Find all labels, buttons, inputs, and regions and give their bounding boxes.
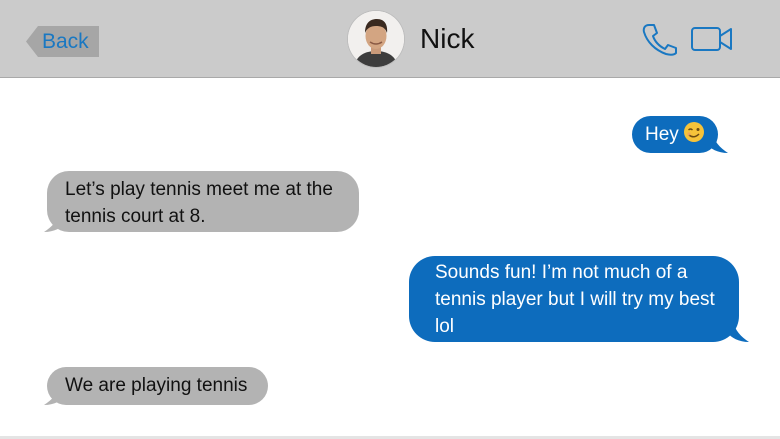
back-button[interactable]: Back bbox=[26, 26, 99, 57]
video-camera-icon[interactable] bbox=[690, 24, 734, 54]
bubble-tail bbox=[44, 385, 66, 405]
message-text: Sounds fun! I’m not much of a tennis pla… bbox=[435, 262, 715, 337]
bubble-tail bbox=[727, 322, 749, 342]
contact-name: Nick bbox=[420, 23, 475, 54]
message-bubble-outgoing[interactable]: Hey bbox=[632, 116, 728, 153]
message-bubble-incoming[interactable]: Let’s play tennis meet me at the tennis … bbox=[44, 171, 359, 232]
chat-screen: Back Nick Hey Let’s play tennis meet me … bbox=[0, 0, 780, 439]
back-label: Back bbox=[42, 30, 89, 53]
message-bubble-outgoing[interactable]: Sounds fun! I’m not much of a tennis pla… bbox=[409, 256, 749, 342]
chat-header: Back Nick bbox=[0, 0, 780, 78]
message-bubble-incoming[interactable]: We are playing tennis bbox=[44, 367, 268, 405]
phone-icon-svg bbox=[642, 24, 677, 56]
video-camera-icon-svg bbox=[691, 27, 732, 51]
phone-icon[interactable] bbox=[640, 22, 678, 56]
message-text: Hey bbox=[645, 124, 679, 145]
bubble-tail bbox=[44, 212, 66, 232]
message-text: Let’s play tennis meet me at the tennis … bbox=[65, 179, 333, 227]
avatar[interactable] bbox=[348, 11, 404, 67]
contact-avatar-icon bbox=[348, 11, 404, 67]
winking-face-icon bbox=[683, 122, 704, 142]
message-text: We are playing tennis bbox=[65, 375, 248, 396]
